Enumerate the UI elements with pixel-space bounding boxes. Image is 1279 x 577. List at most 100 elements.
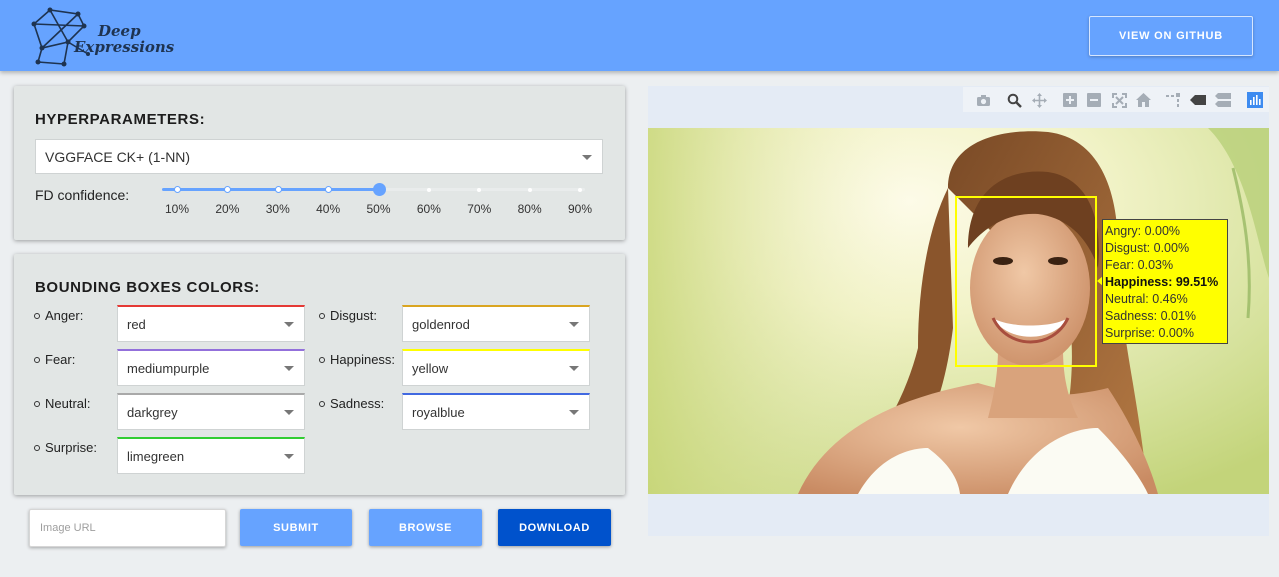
image-url-input[interactable]: Image URL [29, 509, 226, 547]
bbox-color-value: goldenrod [412, 316, 470, 332]
face-bounding-box[interactable] [955, 196, 1097, 367]
slider-tick-label: 50% [366, 202, 391, 216]
hyperparameters-title: HYPERPARAMETERS: [35, 111, 206, 128]
slider-tick-label: 40% [316, 202, 341, 216]
view-on-github-button[interactable]: VIEW ON GITHUB [1089, 16, 1253, 56]
top-navbar: Deep Expressions VIEW ON GITHUB [0, 0, 1279, 71]
slider-step-dot[interactable] [527, 187, 532, 192]
emotion-score: Disgust: 0.00% [1105, 241, 1190, 255]
bbox-color-value: yellow [412, 360, 449, 376]
bbox-label-sadness: Sadness: [319, 396, 384, 411]
slider-step-dot[interactable] [224, 186, 232, 193]
emotion-score: Surprise: 0.00% [1105, 326, 1194, 340]
slider-tick-label: 90% [567, 202, 593, 216]
slider-tick-label: 10% [164, 202, 190, 216]
bbox-label-text: Surprise: [45, 440, 98, 455]
bullet-icon [34, 356, 40, 363]
bbox-color-select-disgust[interactable]: goldenrod [402, 305, 590, 342]
emotion-score: Angry: 0.00% [1105, 224, 1181, 238]
bullet-icon [34, 400, 40, 407]
emotion-tooltip: Angry: 0.00% Disgust: 0.00% Fear: 0.03% Hap… [1102, 219, 1228, 344]
chevron-down-icon [284, 410, 294, 415]
zoom-in-icon[interactable] [1062, 92, 1078, 108]
chevron-down-icon [284, 322, 294, 327]
slider-step-dot[interactable] [274, 186, 282, 193]
bbox-color-select-anger[interactable]: red [117, 305, 305, 342]
chevron-down-icon [284, 366, 294, 371]
bbox-label-text: Fear: [45, 352, 76, 367]
slider-tick-label: 70% [467, 202, 492, 216]
zoom-out-icon[interactable] [1086, 92, 1102, 108]
slider-tick-label: 80% [517, 202, 542, 216]
slider-step-dot[interactable] [325, 186, 333, 193]
deep-expressions-logo[interactable]: Deep Expressions [28, 4, 174, 68]
spike-lines-icon[interactable] [1165, 92, 1181, 108]
model-select-value: VGGFACE CK+ (1-NN) [45, 148, 191, 165]
slider-tick-label: 20% [215, 202, 240, 216]
bbox-color-select-surprise[interactable]: limegreen [117, 437, 305, 474]
bbox-color-value: royalblue [412, 404, 465, 420]
chevron-down-icon [582, 154, 592, 160]
bbox-label-text: Sadness: [330, 396, 385, 411]
bbox-label-text: Disgust: [330, 308, 377, 323]
logo-line1: Deep [98, 22, 141, 40]
hyperparameters-card: HYPERPARAMETERS: VGGFACE CK+ (1-NN) FD c… [14, 86, 625, 240]
bbox-color-value: mediumpurple [127, 360, 210, 376]
slider-tick-label: 60% [416, 202, 441, 216]
slider-step-dot[interactable] [477, 187, 482, 192]
hover-closest-icon[interactable] [1190, 92, 1206, 108]
slider-handle[interactable] [372, 183, 386, 196]
bullet-icon [319, 356, 325, 363]
bbox-color-select-fear[interactable]: mediumpurple [117, 349, 305, 386]
logo-line2: Expressions [74, 38, 175, 56]
pan-icon[interactable] [1031, 92, 1047, 108]
hover-compare-icon[interactable] [1215, 92, 1231, 108]
download-button[interactable]: DOWNLOAD [498, 509, 611, 546]
bbox-label-fear: Fear: [34, 352, 75, 367]
slider-step-dot[interactable] [174, 186, 181, 193]
bbox-label-neutral: Neutral: [34, 396, 91, 411]
chevron-down-icon [569, 322, 579, 327]
emotion-score: Neutral: 0.46% [1105, 292, 1188, 306]
emotion-score: Fear: 0.03% [1105, 258, 1174, 272]
chevron-down-icon [569, 366, 579, 371]
browse-button[interactable]: BROWSE [369, 509, 482, 546]
bounding-boxes-title: BOUNDING BOXES COLORS: [35, 279, 260, 296]
bbox-label-text: Anger: [45, 308, 84, 323]
zoom-icon[interactable] [1006, 92, 1022, 108]
bbox-label-happiness: Happiness: [319, 352, 395, 367]
bbox-color-select-happiness[interactable]: yellow [402, 349, 590, 386]
plot-modebar [963, 87, 1269, 112]
slider-tick-label: 30% [265, 202, 290, 216]
bbox-color-select-sadness[interactable]: royalblue [402, 393, 590, 430]
fd-confidence-label: FD confidence: [35, 187, 130, 203]
emotion-score: Sadness: 0.01% [1105, 309, 1197, 323]
slider-fill [162, 188, 379, 191]
reset-axes-icon[interactable] [1135, 92, 1151, 108]
bbox-label-text: Happiness: [330, 352, 396, 367]
chevron-down-icon [284, 454, 294, 459]
slider-step-dot[interactable] [426, 187, 431, 192]
bbox-label-disgust: Disgust: [319, 308, 377, 323]
bounding-boxes-card: BOUNDING BOXES COLORS: Anger: red Disgust:… [14, 254, 625, 495]
fd-confidence-slider[interactable] [162, 183, 585, 196]
plotly-logo-icon[interactable] [1247, 92, 1263, 108]
bbox-color-value: red [127, 316, 146, 332]
bullet-icon [34, 312, 40, 319]
submit-button[interactable]: SUBMIT [240, 509, 352, 546]
bbox-label-anger: Anger: [34, 308, 83, 323]
autoscale-icon[interactable] [1111, 92, 1127, 108]
bbox-label-text: Neutral: [45, 396, 91, 411]
slider-step-dot[interactable] [578, 187, 582, 192]
model-select[interactable]: VGGFACE CK+ (1-NN) [35, 139, 603, 174]
bbox-color-select-neutral[interactable]: darkgrey [117, 393, 305, 430]
camera-icon[interactable] [975, 92, 991, 108]
bullet-icon [319, 400, 325, 407]
bbox-color-value: limegreen [127, 448, 185, 464]
chevron-down-icon [569, 410, 579, 415]
bullet-icon [319, 312, 325, 319]
emotion-score: Happiness: 99.51% [1105, 275, 1219, 289]
logo-text: Deep Expressions [74, 24, 174, 55]
bbox-color-value: darkgrey [127, 404, 178, 420]
bbox-label-surprise: Surprise: [34, 440, 97, 455]
